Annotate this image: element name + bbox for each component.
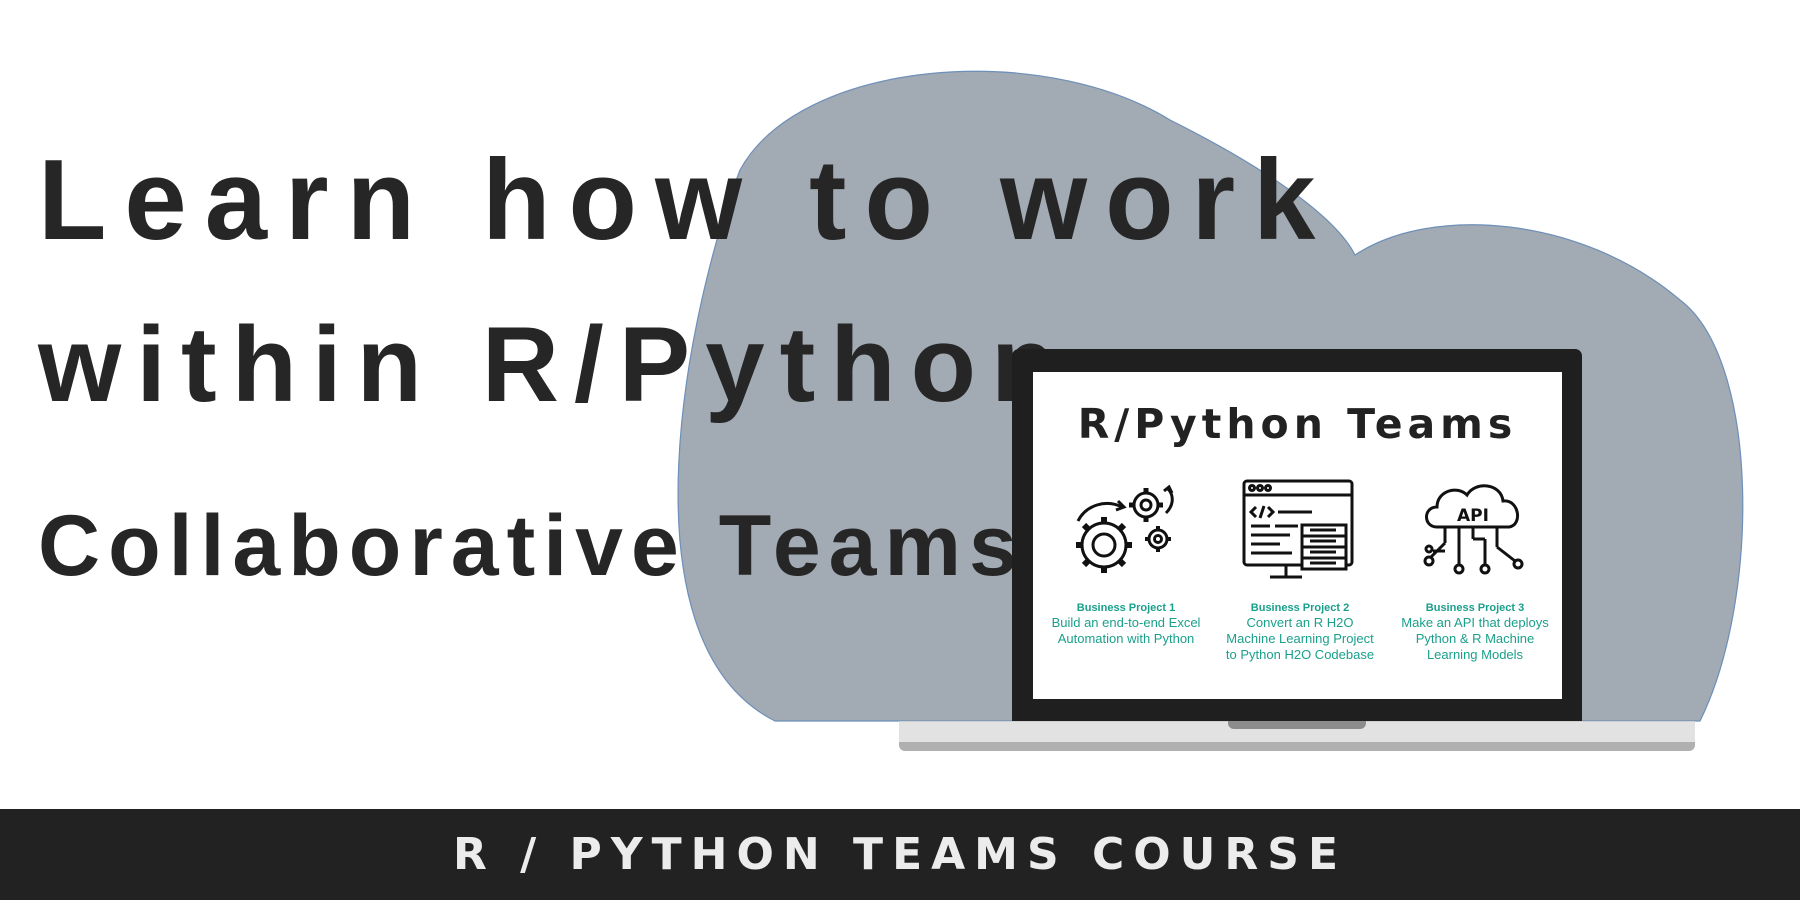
- laptop-screen: R/Python Teams Business Project 1 Build …: [1033, 372, 1562, 699]
- project-1-title: Business Project 1: [1076, 602, 1176, 614]
- project-card-2: Business Project 2 Convert an R H2O Mach…: [1215, 477, 1385, 663]
- project-2-title: Business Project 2: [1250, 602, 1350, 614]
- project-card-3: API Business Project 3 Make an API that …: [1390, 477, 1560, 663]
- svg-text:API: API: [1457, 506, 1489, 526]
- api-cloud-icon: API: [1423, 484, 1524, 575]
- code-server-icon: [1242, 479, 1354, 579]
- laptop-hinge-notch: [1228, 721, 1366, 729]
- headline-line-2: within R/Python: [38, 304, 1072, 424]
- project-1-description: Build an end-to-end Excel Automation wit…: [1051, 615, 1201, 646]
- banner: Learn how to work within R/Python Collab…: [0, 0, 1800, 900]
- screen-title: R/Python Teams: [1077, 400, 1518, 448]
- project-2-description: Convert an R H2O Machine Learning Projec…: [1225, 615, 1375, 662]
- headline-line-1: Learn how to work: [38, 136, 1334, 264]
- project-card-1: Business Project 1 Build an end-to-end E…: [1041, 477, 1211, 647]
- footer-bar: R / PYTHON TEAMS COURSE: [0, 809, 1800, 900]
- headline-line-3: Collaborative Teams: [38, 498, 1025, 594]
- course-label: R / PYTHON TEAMS COURSE: [452, 829, 1348, 880]
- laptop-base: [899, 721, 1695, 751]
- laptop-lid: R/Python Teams Business Project 1 Build …: [1012, 349, 1582, 721]
- project-3-description: Make an API that deploys Python & R Mach…: [1401, 615, 1549, 662]
- gears-icon: [1076, 484, 1174, 573]
- project-3-title: Business Project 3: [1425, 602, 1525, 614]
